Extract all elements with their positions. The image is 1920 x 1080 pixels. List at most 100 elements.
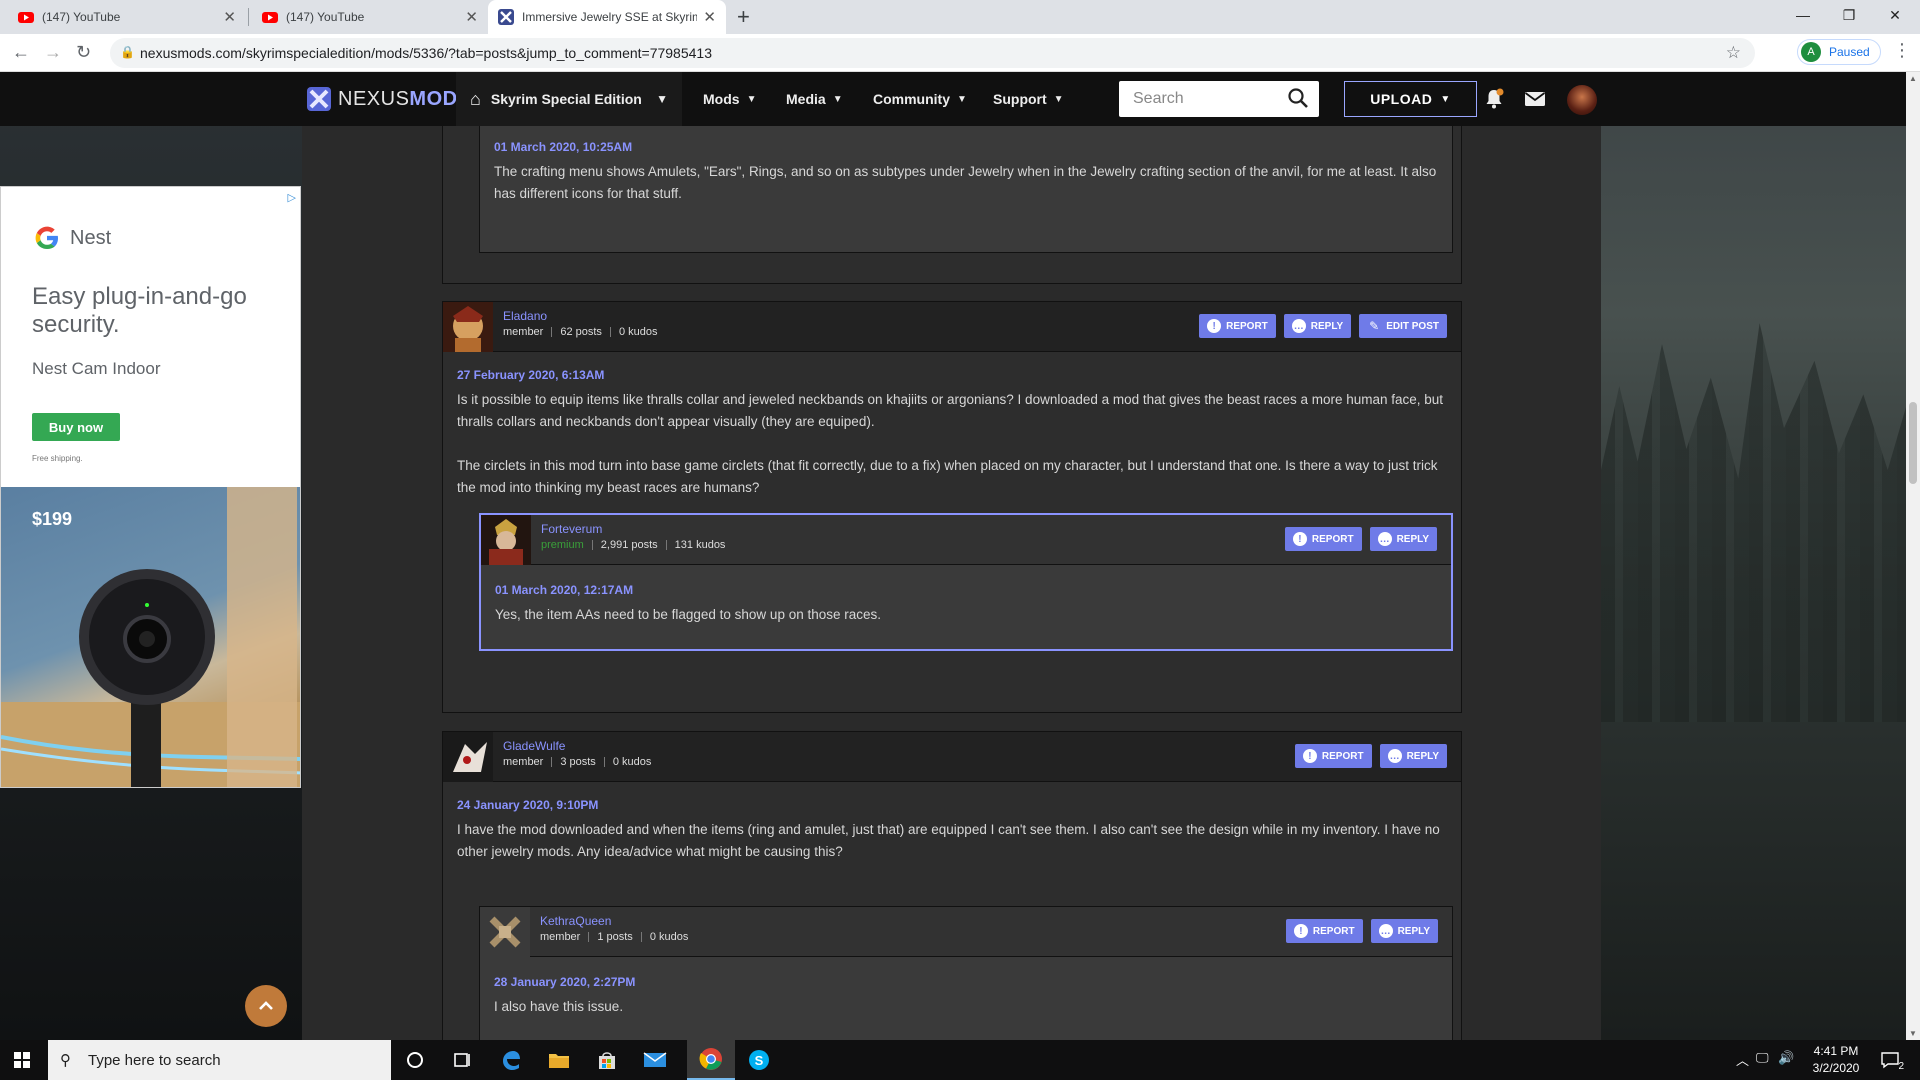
ad-subtitle: Nest Cam Indoor (32, 359, 161, 378)
url-text: nexusmods.com/skyrimspecialedition/mods/… (140, 45, 712, 61)
nav-community[interactable]: Community ▼ (873, 72, 967, 126)
profile-avatar: A (1801, 42, 1821, 62)
avatar[interactable] (443, 302, 493, 352)
browser-tab-nexusmods[interactable]: Immersive Jewelry SSE at Skyrim ✕ (488, 0, 726, 34)
forward-arrow-icon[interactable]: → (44, 42, 62, 63)
nexusmods-logo[interactable]: NEXUS MODS (306, 86, 471, 112)
adchoices-icon[interactable]: ▷ (288, 191, 296, 204)
report-button[interactable]: ! REPORT (1284, 527, 1362, 551)
info-icon: ! (1293, 924, 1308, 938)
microsoft-store-icon[interactable] (583, 1040, 631, 1080)
cortana-icon[interactable] (391, 1040, 439, 1080)
scroll-to-top-button[interactable] (245, 985, 287, 1027)
reply-button[interactable]: … REPLY (1379, 744, 1447, 768)
chevron-down-icon: ▼ (1440, 93, 1451, 105)
nav-mods[interactable]: Mods ▼ (703, 72, 756, 126)
volume-icon[interactable]: 🔊 (1778, 1050, 1794, 1066)
reply-button[interactable]: … REPLY (1283, 314, 1352, 338)
edit-post-button[interactable]: ✎ EDIT POST (1359, 314, 1447, 338)
reload-icon[interactable]: ↻ (76, 42, 91, 63)
chevron-down-icon: ▼ (1053, 93, 1064, 105)
system-clock[interactable]: 4:41 PM 3/2/2020 (1796, 1043, 1876, 1077)
browser-toolbar: ← → ↻ 🔒 nexusmods.com/skyrimspecialediti… (0, 34, 1920, 72)
nexusmods-logo-icon (307, 87, 331, 111)
page-scrollbar[interactable]: ▲ ▼ (1906, 72, 1920, 1040)
report-button[interactable]: ! REPORT (1294, 744, 1372, 768)
comment-text: I also have this issue. (494, 999, 624, 1014)
chrome-icon[interactable] (687, 1040, 735, 1080)
notification-bell-icon[interactable] (1482, 87, 1506, 111)
user-meta: premium 2,991 posts 131 kudos (541, 539, 726, 551)
username-link[interactable]: KethraQueen (540, 914, 611, 928)
chevron-down-icon: ▼ (832, 93, 843, 105)
edge-browser-icon[interactable] (487, 1040, 535, 1080)
username-link[interactable]: GladeWulfe (503, 739, 565, 753)
comment-text: Is it possible to equip items like thral… (457, 392, 1444, 429)
taskbar-search-input[interactable]: ⚲ Type here to search (48, 1040, 391, 1080)
mail-icon[interactable] (631, 1040, 679, 1080)
ad-product-photo (1, 487, 300, 787)
nav-media[interactable]: Media ▼ (786, 72, 843, 126)
browser-menu-icon[interactable]: ⋮ (1893, 40, 1911, 61)
minimize-button[interactable]: — (1780, 0, 1826, 30)
file-explorer-icon[interactable] (535, 1040, 583, 1080)
google-g-icon (35, 226, 58, 249)
comment-actions: ! REPORT … REPLY (1294, 744, 1447, 768)
comment-text: The crafting menu shows Amulets, "Ears",… (494, 164, 1437, 201)
browser-tab-strip: (147) YouTube ✕ (147) YouTube ✕ Immersiv… (0, 0, 1920, 34)
profile-button[interactable]: A Paused (1797, 39, 1881, 65)
new-tab-button[interactable]: + (737, 4, 750, 30)
report-button[interactable]: ! REPORT (1199, 314, 1276, 338)
reply-header: Forteverum premium 2,991 posts 131 kudos… (481, 515, 1451, 565)
skype-icon[interactable]: S (735, 1040, 783, 1080)
username-link[interactable]: Forteverum (541, 522, 602, 536)
speech-bubble-icon: … (1377, 532, 1392, 546)
scrollbar-thumb[interactable] (1909, 402, 1917, 484)
messages-envelope-icon[interactable] (1523, 87, 1547, 111)
nav-support[interactable]: Support ▼ (993, 72, 1064, 126)
home-icon: ⌂ (470, 88, 481, 109)
speech-bubble-icon: … (1291, 319, 1306, 333)
ad-buy-now-button[interactable]: Buy now (32, 413, 120, 441)
show-hidden-icons-chevron-icon[interactable]: ︿ (1736, 1050, 1749, 1069)
pencil-icon: ✎ (1369, 319, 1380, 333)
browser-tab-youtube-2[interactable]: (147) YouTube ✕ (252, 0, 488, 34)
site-search-input[interactable]: Search (1119, 81, 1319, 117)
comment-actions: ! REPORT … REPLY (1284, 527, 1437, 551)
reply-button[interactable]: … REPLY (1370, 919, 1438, 943)
tab-divider (248, 8, 249, 26)
comment-card-gladewulfe: GladeWulfe member 3 posts 0 kudos ! REPOR… (442, 731, 1462, 1040)
close-tab-icon[interactable]: ✕ (465, 8, 478, 26)
restore-button[interactable]: ❐ (1826, 0, 1872, 30)
action-center-icon[interactable]: 2 (1880, 1050, 1904, 1072)
network-icon[interactable]: 🖵 (1756, 1050, 1769, 1066)
bookmark-star-icon[interactable]: ☆ (1726, 43, 1741, 63)
avatar[interactable] (443, 732, 493, 782)
close-tab-icon[interactable]: ✕ (703, 8, 716, 26)
windows-start-icon[interactable] (14, 1052, 30, 1068)
scroll-up-arrow-icon[interactable]: ▲ (1909, 74, 1917, 83)
comment-date: 01 March 2020, 10:25AM (494, 140, 633, 154)
speech-bubble-icon: … (1387, 749, 1402, 763)
close-window-button[interactable]: ✕ (1872, 0, 1918, 30)
scroll-down-arrow-icon[interactable]: ▼ (1909, 1029, 1917, 1038)
username-link[interactable]: Eladano (503, 309, 547, 323)
avatar[interactable] (481, 515, 531, 565)
back-arrow-icon[interactable]: ← (12, 42, 30, 63)
avatar[interactable] (480, 907, 530, 957)
browser-tab-youtube-1[interactable]: (147) YouTube ✕ (8, 0, 246, 34)
youtube-icon (262, 12, 278, 23)
close-tab-icon[interactable]: ✕ (223, 8, 236, 26)
report-button[interactable]: ! REPORT (1285, 919, 1363, 943)
user-meta: member 1 posts 0 kudos (540, 931, 689, 943)
task-view-icon[interactable] (439, 1040, 487, 1080)
user-avatar[interactable] (1567, 85, 1597, 115)
game-selector[interactable]: ⌂ Skyrim Special Edition ▼ (456, 72, 682, 126)
advertisement[interactable]: ▷ Nest Easy plug-in-and-go security. Nes… (0, 186, 301, 788)
address-bar[interactable]: 🔒 nexusmods.com/skyrimspecialedition/mod… (110, 38, 1755, 68)
reply-button[interactable]: … REPLY (1369, 527, 1437, 551)
site-header: NEXUS MODS ⌂ Skyrim Special Edition ▼ Mod… (0, 72, 1906, 126)
user-meta: member 3 posts 0 kudos (503, 756, 652, 768)
search-icon[interactable] (1287, 87, 1309, 109)
upload-button[interactable]: UPLOAD ▼ (1344, 81, 1477, 117)
